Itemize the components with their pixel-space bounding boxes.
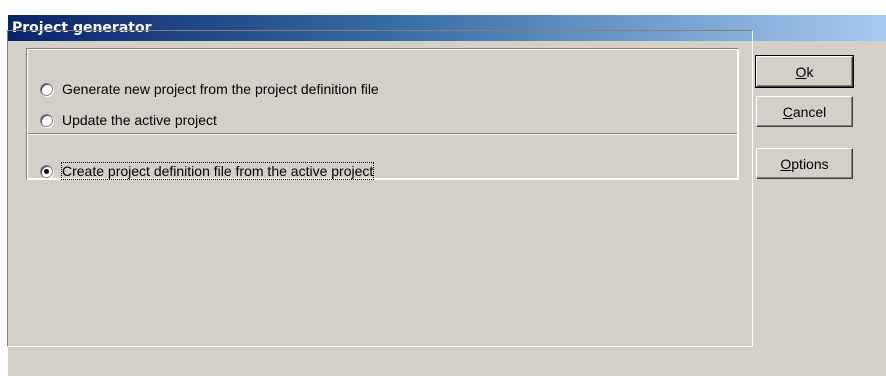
- radio-selected-dot: [44, 168, 49, 174]
- cancel-mnemonic: C: [782, 103, 793, 120]
- radio-label: Generate new project from the project de…: [62, 81, 379, 97]
- options-label-rest: ptions: [791, 155, 829, 172]
- ok-mnemonic: O: [795, 63, 807, 80]
- radio-button-icon[interactable]: [40, 113, 53, 127]
- radio-update-active-project[interactable]: Update the active project: [40, 109, 217, 131]
- options-button[interactable]: Options: [756, 148, 853, 179]
- group-separator: [28, 133, 737, 135]
- options-mnemonic: O: [780, 155, 792, 172]
- ok-label-rest: k: [806, 63, 814, 80]
- radio-create-definition-file[interactable]: Create project definition file from the …: [40, 160, 375, 182]
- radio-button-icon[interactable]: [40, 82, 53, 96]
- ok-button[interactable]: Ok: [755, 55, 854, 88]
- cancel-label-rest: ancel: [792, 103, 827, 120]
- cancel-button[interactable]: Cancel: [756, 96, 853, 127]
- radio-generate-new-project[interactable]: Generate new project from the project de…: [40, 78, 379, 100]
- radio-label: Update the active project: [62, 112, 217, 128]
- radio-label: Create project definition file from the …: [60, 162, 375, 180]
- radio-button-icon-selected[interactable]: [40, 164, 53, 178]
